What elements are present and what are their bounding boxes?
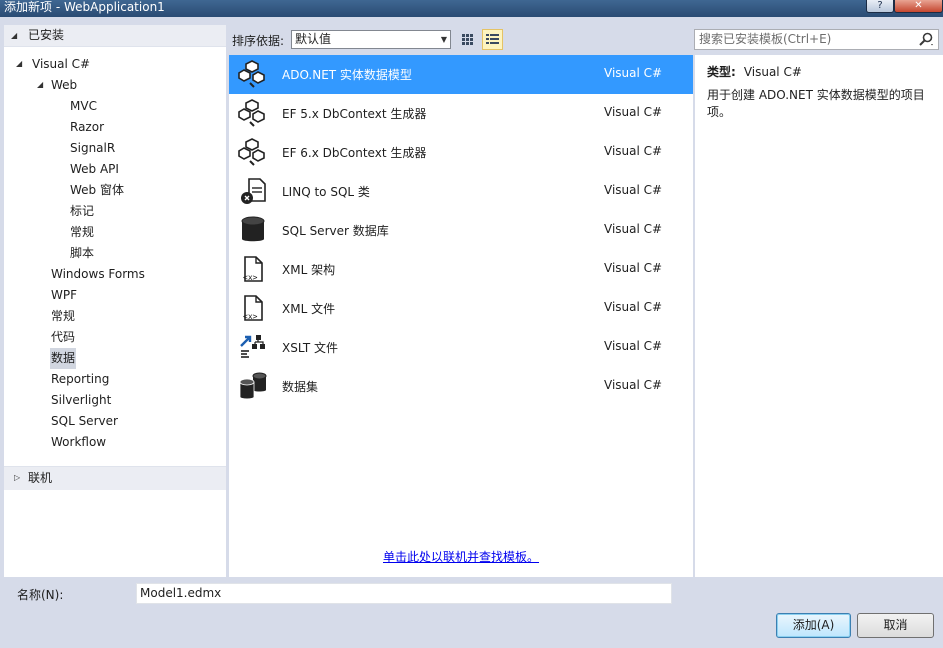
tree-item-markup[interactable]: 标记 bbox=[70, 201, 94, 222]
tree-item-razor[interactable]: Razor bbox=[70, 117, 104, 138]
type-label: 类型: bbox=[707, 65, 736, 79]
online-header[interactable]: ▷ 联机 bbox=[4, 466, 226, 490]
template-item-xml-schema[interactable]: <x> XML 架构 Visual C# bbox=[229, 250, 693, 289]
template-language: Visual C# bbox=[604, 339, 663, 353]
template-name: EF 5.x DbContext 生成器 bbox=[282, 107, 427, 121]
template-item-ado-net[interactable]: ADO.NET 实体数据模型 Visual C# bbox=[229, 55, 693, 94]
template-item-sql-database[interactable]: SQL Server 数据库 Visual C# bbox=[229, 211, 693, 250]
online-label: 联机 bbox=[28, 471, 53, 485]
tree-item-sql-server[interactable]: SQL Server bbox=[51, 411, 118, 432]
installed-label: 已安装 bbox=[28, 28, 65, 42]
xml-file-icon: <x> bbox=[243, 295, 263, 321]
template-name: ADO.NET 实体数据模型 bbox=[282, 68, 412, 82]
svg-text:<x>: <x> bbox=[243, 273, 258, 282]
name-field[interactable]: Model1.edmx bbox=[136, 583, 672, 604]
cancel-button[interactable]: 取消 bbox=[857, 613, 934, 638]
grid-view-icon bbox=[462, 34, 473, 45]
template-name: EF 6.x DbContext 生成器 bbox=[282, 146, 427, 160]
add-button[interactable]: 添加(A) bbox=[776, 613, 851, 638]
title-bar: 添加新项 - WebApplication1 ? ✕ bbox=[0, 0, 943, 17]
tree-item-silverlight[interactable]: Silverlight bbox=[51, 390, 111, 411]
tree-item-wpf[interactable]: WPF bbox=[51, 285, 77, 306]
type-value: Visual C# bbox=[743, 65, 802, 79]
list-view-icon bbox=[486, 34, 499, 44]
expanded-caret-icon: ◢ bbox=[11, 31, 18, 40]
linq-classes-icon bbox=[241, 178, 266, 204]
chevron-down-icon: ▼ bbox=[440, 35, 447, 44]
template-language: Visual C# bbox=[604, 378, 663, 392]
category-tree: ◢ 已安装 ◢ Visual C# ◢ Web MVC Razor Signal… bbox=[4, 25, 226, 577]
window-title: 添加新项 - WebApplication1 bbox=[4, 0, 165, 14]
expanded-caret-icon[interactable]: ◢ bbox=[37, 80, 47, 89]
template-item-linq-to-sql[interactable]: LINQ to SQL 类 Visual C# bbox=[229, 172, 693, 211]
xslt-icon bbox=[240, 335, 265, 358]
entity-model-icon bbox=[238, 99, 265, 127]
xml-schema-icon: <x> bbox=[243, 256, 263, 282]
tree-item-general[interactable]: 常规 bbox=[70, 222, 94, 243]
entity-model-icon bbox=[238, 60, 265, 88]
help-button[interactable]: ? bbox=[866, 0, 894, 13]
template-toolbar: 排序依据: 默认值 ▼ bbox=[228, 26, 698, 54]
template-name: XML 文件 bbox=[282, 302, 336, 316]
template-list: ADO.NET 实体数据模型 Visual C# EF 5.x DbContex… bbox=[229, 55, 693, 577]
tree-item-workflow[interactable]: Workflow bbox=[51, 432, 106, 453]
type-row: 类型: Visual C# bbox=[707, 63, 802, 80]
template-name: 数据集 bbox=[282, 380, 319, 394]
template-language: Visual C# bbox=[604, 105, 663, 119]
template-item-dataset[interactable]: 数据集 Visual C# bbox=[229, 367, 693, 406]
sort-label: 排序依据: bbox=[232, 34, 285, 48]
template-name: XSLT 文件 bbox=[282, 341, 339, 355]
search-icon[interactable] bbox=[918, 32, 934, 47]
find-templates-online-link[interactable]: 单击此处以联机并查找模板。 bbox=[383, 548, 539, 565]
tree-item-code[interactable]: 代码 bbox=[51, 327, 75, 348]
list-view-button[interactable] bbox=[482, 29, 503, 50]
template-language: Visual C# bbox=[604, 183, 663, 197]
tree-item-web-forms[interactable]: Web 窗体 bbox=[70, 180, 124, 201]
tree-item-mvc[interactable]: MVC bbox=[70, 96, 97, 117]
tree-item-web[interactable]: Web bbox=[51, 75, 77, 96]
close-button[interactable]: ✕ bbox=[894, 0, 943, 13]
template-item-ef5[interactable]: EF 5.x DbContext 生成器 Visual C# bbox=[229, 94, 693, 133]
collapsed-caret-icon: ▷ bbox=[14, 473, 21, 482]
add-new-item-dialog: ◢ 已安装 ◢ Visual C# ◢ Web MVC Razor Signal… bbox=[0, 17, 943, 648]
template-language: Visual C# bbox=[604, 300, 663, 314]
tree-item-windows-forms[interactable]: Windows Forms bbox=[51, 264, 145, 285]
template-item-xslt-file[interactable]: XSLT 文件 Visual C# bbox=[229, 328, 693, 367]
template-language: Visual C# bbox=[604, 261, 663, 275]
template-description: 用于创建 ADO.NET 实体数据模型的项目项。 bbox=[707, 88, 925, 119]
tree-item-data[interactable]: 数据 bbox=[50, 348, 77, 369]
tree-item-script[interactable]: 脚本 bbox=[70, 243, 94, 264]
installed-header[interactable]: ◢ 已安装 bbox=[4, 25, 226, 47]
search-placeholder: 搜索已安装模板(Ctrl+E) bbox=[699, 32, 832, 46]
sort-dropdown[interactable]: 默认值 ▼ bbox=[291, 30, 451, 49]
tree-item-general-2[interactable]: 常规 bbox=[51, 306, 75, 327]
grid-view-button[interactable] bbox=[457, 29, 478, 50]
svg-text:<x>: <x> bbox=[243, 312, 258, 321]
template-language: Visual C# bbox=[604, 144, 663, 158]
template-item-xml-file[interactable]: <x> XML 文件 Visual C# bbox=[229, 289, 693, 328]
search-input[interactable]: 搜索已安装模板(Ctrl+E) bbox=[694, 29, 939, 50]
name-label: 名称(N): bbox=[17, 588, 64, 602]
template-name: LINQ to SQL 类 bbox=[282, 185, 370, 199]
template-name: SQL Server 数据库 bbox=[282, 224, 389, 238]
tree-item-web-api[interactable]: Web API bbox=[70, 159, 119, 180]
database-icon bbox=[241, 216, 265, 242]
details-pane: 类型: Visual C# 用于创建 ADO.NET 实体数据模型的项目项。 bbox=[695, 55, 943, 577]
template-item-ef6[interactable]: EF 6.x DbContext 生成器 Visual C# bbox=[229, 133, 693, 172]
template-language: Visual C# bbox=[604, 66, 663, 80]
sort-value: 默认值 bbox=[295, 32, 332, 46]
entity-model-icon bbox=[238, 138, 265, 166]
template-language: Visual C# bbox=[604, 222, 663, 236]
tree-item-visual-csharp[interactable]: Visual C# bbox=[32, 54, 90, 75]
tree-item-signalr[interactable]: SignalR bbox=[70, 138, 115, 159]
template-name: XML 架构 bbox=[282, 263, 336, 277]
expanded-caret-icon[interactable]: ◢ bbox=[16, 59, 26, 68]
tree-item-reporting[interactable]: Reporting bbox=[51, 369, 109, 390]
dataset-icon bbox=[239, 372, 267, 400]
